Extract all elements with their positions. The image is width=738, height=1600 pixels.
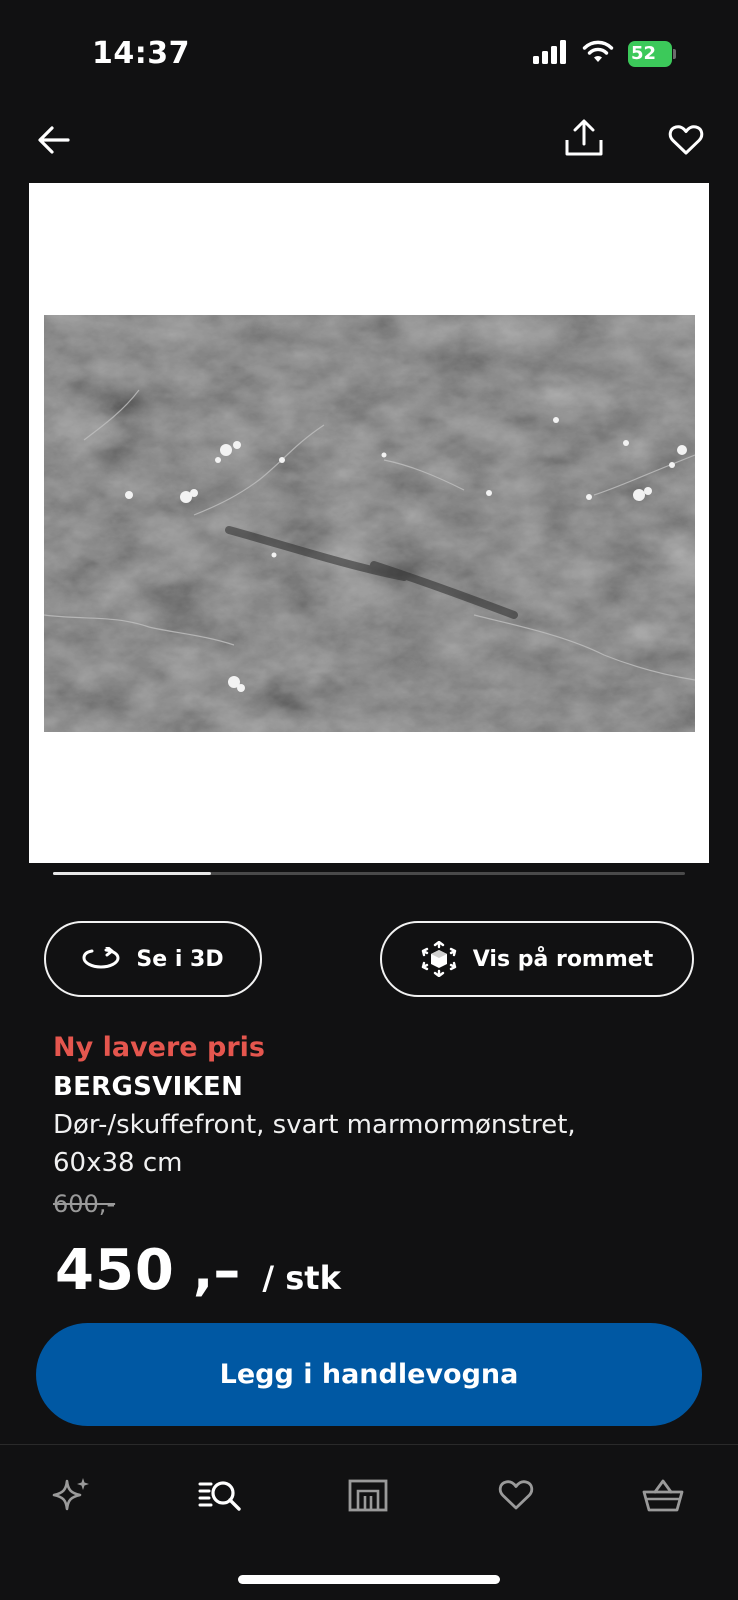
search-list-icon [198,1481,241,1511]
add-to-cart-button[interactable]: Legg i handlevogna [36,1323,702,1426]
product-info: Ny lavere pris BERGSVIKEN Dør-/skuffefro… [53,1030,693,1224]
status-bar: 14:37 52 [0,0,738,100]
gallery-progress-track [53,872,685,875]
gallery-progress-fill [53,872,211,875]
product-image[interactable] [29,183,709,863]
price-suffix: ,– [192,1239,241,1302]
home-indicator[interactable] [238,1575,500,1584]
basket-icon [642,1479,684,1512]
price-integer: 450 [55,1238,175,1303]
view-in-room-label: Vis på rommet [472,946,654,972]
ar-cube-icon [421,941,456,977]
store-icon [348,1479,388,1512]
product-description: Dør-/skuffefront, svart marmormønstret, … [53,1110,576,1178]
product-page: 14:37 52 Se i 3D Vis på rommet Ny lavere… [0,0,738,1600]
price-unit: / stk [262,1259,341,1297]
view-in-room-button[interactable]: Vis på rommet [380,921,694,997]
heart-icon [498,1480,534,1510]
nav-favorites[interactable] [488,1467,544,1523]
heart-icon [668,125,704,155]
nav-search[interactable] [193,1467,249,1523]
price: 450 ,– / stk [55,1238,341,1303]
battery-charging-icon: 52 [628,41,676,67]
back-arrow-icon [38,126,70,154]
signal-icon [532,40,568,68]
view-3d-label: Se i 3D [136,946,224,972]
battery-percent: 52 [631,43,657,64]
old-price: 600,- [53,1190,116,1218]
view-3d-button[interactable]: Se i 3D [44,921,262,997]
status-icons: 52 [532,40,676,68]
product-name: BERGSVIKEN [53,1072,244,1102]
share-icon [565,119,603,156]
marble-door-front-image [44,315,695,732]
back-button[interactable] [30,116,78,164]
wifi-icon [582,40,614,68]
add-to-cart-label: Legg i handlevogna [219,1359,519,1390]
sparkle-icon [52,1478,89,1511]
nav-basket[interactable] [635,1467,691,1523]
top-nav [0,110,738,174]
share-button[interactable] [560,114,608,162]
rotate-3d-icon [82,947,120,969]
promo-label: Ny lavere pris [53,1032,265,1063]
status-time: 14:37 [92,36,190,71]
nav-inspiration[interactable] [44,1467,100,1523]
favorite-button[interactable] [662,116,710,164]
nav-store[interactable] [340,1467,396,1523]
